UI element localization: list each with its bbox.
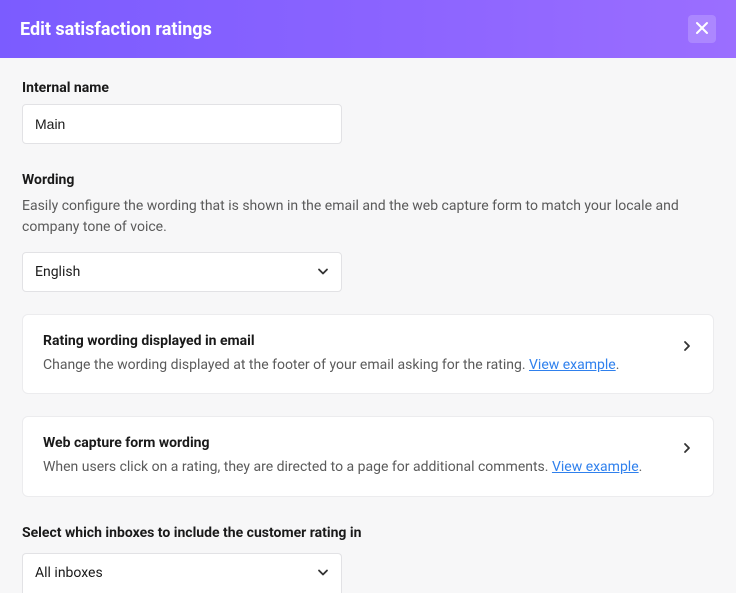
wording-label: Wording: [22, 172, 714, 188]
wording-language-value: English: [35, 264, 329, 280]
card-desc-text: Change the wording displayed at the foot…: [43, 357, 529, 373]
card-description: Change the wording displayed at the foot…: [43, 355, 669, 375]
chevron-down-icon: [317, 263, 329, 282]
card-content: Rating wording displayed in email Change…: [43, 333, 669, 375]
card-content: Web capture form wording When users clic…: [43, 435, 669, 477]
internal-name-input[interactable]: [22, 104, 342, 144]
internal-name-label: Internal name: [22, 80, 714, 96]
inboxes-select[interactable]: All inboxes: [22, 553, 342, 593]
wording-language-select[interactable]: English: [22, 252, 342, 292]
view-example-link[interactable]: View example: [552, 459, 639, 475]
internal-name-section: Internal name: [22, 80, 714, 144]
inboxes-section: Select which inboxes to include the cust…: [22, 525, 714, 593]
wording-section: Wording Easily configure the wording tha…: [22, 172, 714, 292]
modal-body: Internal name Wording Easily configure t…: [0, 58, 736, 593]
modal-header: Edit satisfaction ratings: [0, 0, 736, 58]
chevron-right-icon: [681, 439, 693, 458]
card-desc-text: When users click on a rating, they are d…: [43, 459, 552, 475]
rating-wording-email-card[interactable]: Rating wording displayed in email Change…: [22, 314, 714, 394]
inboxes-select-value: All inboxes: [35, 565, 329, 581]
close-icon: [695, 21, 709, 38]
wording-description: Easily configure the wording that is sho…: [22, 196, 714, 238]
modal-title: Edit satisfaction ratings: [20, 19, 212, 40]
card-description: When users click on a rating, they are d…: [43, 457, 669, 477]
card-title: Rating wording displayed in email: [43, 333, 669, 349]
chevron-right-icon: [681, 337, 693, 356]
inboxes-label: Select which inboxes to include the cust…: [22, 525, 714, 541]
close-button[interactable]: [688, 15, 716, 43]
web-capture-wording-card[interactable]: Web capture form wording When users clic…: [22, 416, 714, 496]
chevron-down-icon: [317, 564, 329, 583]
view-example-link[interactable]: View example: [529, 357, 616, 373]
card-title: Web capture form wording: [43, 435, 669, 451]
